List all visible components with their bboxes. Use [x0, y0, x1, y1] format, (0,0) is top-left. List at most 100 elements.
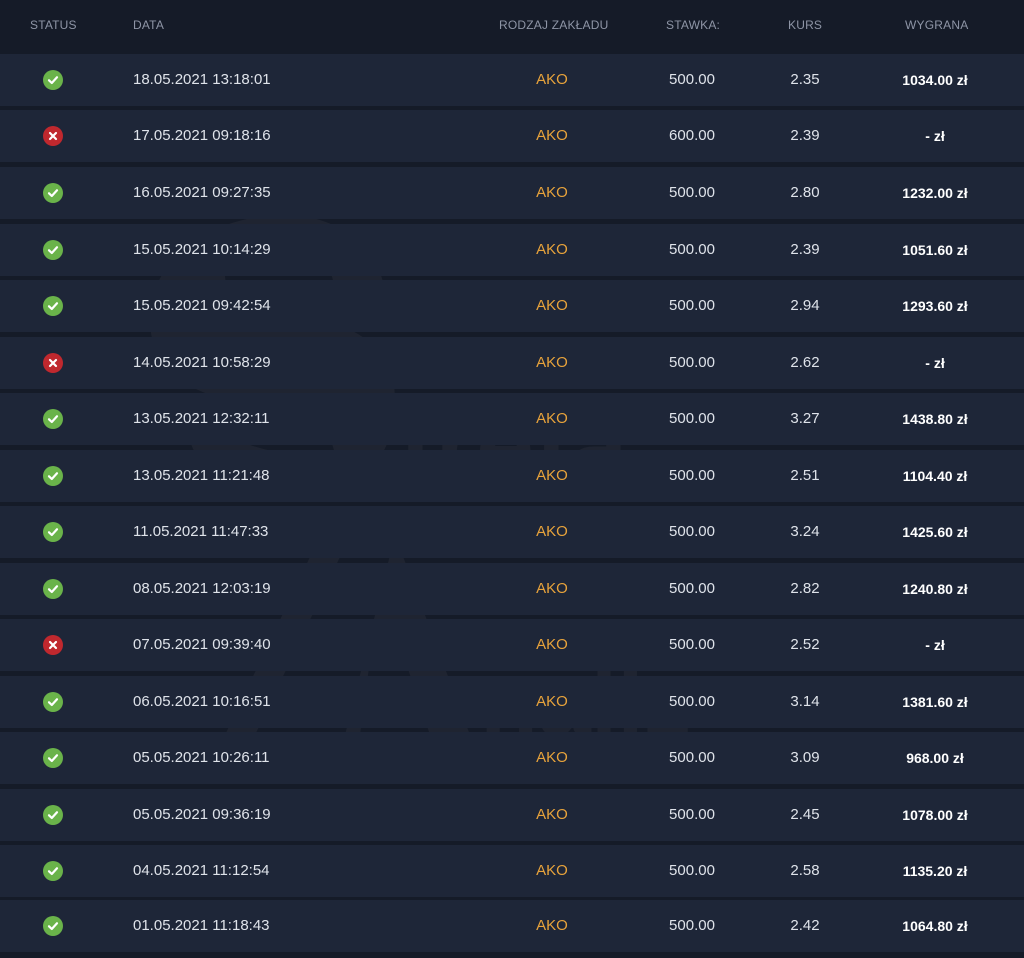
bet-type[interactable]: AKO: [520, 563, 584, 615]
bet-stake: 500.00: [669, 71, 715, 88]
bet-odds: 3.09: [790, 749, 820, 766]
table-row[interactable]: 06.05.2021 10:16:51 AKO 500.00 3.14 1381.60 …: [0, 676, 1024, 728]
bet-odds: 2.80: [790, 184, 820, 201]
bet-type[interactable]: AKO: [520, 506, 584, 558]
bet-win: - zł: [925, 637, 945, 653]
table-row[interactable]: 15.05.2021 10:14:29 AKO 500.00 2.39 1051.60 …: [0, 224, 1024, 276]
bet-stake: 500.00: [669, 580, 715, 597]
bet-type[interactable]: AKO: [520, 337, 584, 389]
bet-odds: 2.58: [790, 862, 820, 879]
header-date[interactable]: DATA: [133, 18, 164, 32]
header-status[interactable]: STATUS: [30, 18, 77, 32]
checkmark-icon: [43, 240, 63, 260]
header-odds[interactable]: KURS: [788, 18, 822, 32]
bet-type[interactable]: AKO: [520, 167, 584, 219]
bet-win: 1104.40 zł: [902, 468, 968, 484]
table-row[interactable]: 13.05.2021 11:21:48 AKO 500.00 2.51 1104.40 …: [0, 450, 1024, 502]
bet-type[interactable]: AKO: [520, 224, 584, 276]
table-row[interactable]: 13.05.2021 12:32:11 AKO 500.00 3.27 1438.80 …: [0, 393, 1024, 445]
table-row[interactable]: 05.05.2021 09:36:19 AKO 500.00 2.45 1078.00 …: [0, 789, 1024, 841]
table-row[interactable]: 05.05.2021 10:26:11 AKO 500.00 3.09 968.00 z…: [0, 732, 1024, 784]
bet-type[interactable]: AKO: [520, 676, 584, 728]
header-win[interactable]: WYGRANA: [905, 18, 968, 32]
bet-stake: 500.00: [669, 354, 715, 371]
bet-date: 05.05.2021 09:36:19: [133, 806, 271, 823]
checkmark-icon: [43, 805, 63, 825]
bet-stake: 500.00: [669, 862, 715, 879]
bet-type[interactable]: AKO: [520, 845, 584, 897]
bet-win: 1293.60 zł: [902, 298, 968, 314]
bet-date: 16.05.2021 09:27:35: [133, 184, 271, 201]
checkmark-icon: [43, 522, 63, 542]
bet-win: - zł: [925, 355, 945, 371]
checkmark-icon: [43, 183, 63, 203]
bet-win: - zł: [925, 128, 945, 144]
bet-odds: 2.62: [790, 354, 820, 371]
bet-type[interactable]: AKO: [520, 450, 584, 502]
table-row[interactable]: 16.05.2021 09:27:35 AKO 500.00 2.80 1232.00 …: [0, 167, 1024, 219]
table-row[interactable]: 14.05.2021 10:58:29 AKO 500.00 2.62 - zł: [0, 337, 1024, 389]
bet-win: 1381.60 zł: [902, 694, 968, 710]
header-bet-type[interactable]: RODZAJ ZAKŁADU: [499, 18, 608, 32]
bet-date: 01.05.2021 11:18:43: [133, 917, 270, 934]
bet-stake: 500.00: [669, 749, 715, 766]
bet-win: 1425.60 zł: [902, 524, 968, 540]
bet-win: 1135.20 zł: [902, 863, 968, 879]
bet-odds: 2.51: [790, 467, 820, 484]
bet-stake: 500.00: [669, 184, 715, 201]
bet-type[interactable]: AKO: [520, 280, 584, 332]
bet-win: 1078.00 zł: [902, 807, 968, 823]
bet-date: 04.05.2021 11:12:54: [133, 862, 270, 879]
bet-win: 1064.80 zł: [902, 918, 968, 934]
bet-odds: 2.82: [790, 580, 820, 597]
bet-stake: 500.00: [669, 693, 715, 710]
bet-type[interactable]: AKO: [520, 393, 584, 445]
bet-date: 08.05.2021 12:03:19: [133, 580, 271, 597]
checkmark-icon: [43, 916, 63, 936]
bet-win: 1438.80 zł: [902, 411, 968, 427]
bet-stake: 500.00: [669, 467, 715, 484]
bet-date: 06.05.2021 10:16:51: [133, 693, 271, 710]
table-row[interactable]: 18.05.2021 13:18:01 AKO 500.00 2.35 1034.00 …: [0, 54, 1024, 106]
checkmark-icon: [43, 296, 63, 316]
bet-odds: 3.24: [790, 523, 820, 540]
bet-date: 07.05.2021 09:39:40: [133, 636, 271, 653]
table-row[interactable]: 11.05.2021 11:47:33 AKO 500.00 3.24 1425.60 …: [0, 506, 1024, 558]
x-icon: [43, 126, 63, 146]
checkmark-icon: [43, 579, 63, 599]
bet-date: 18.05.2021 13:18:01: [133, 71, 271, 88]
bet-stake: 500.00: [669, 523, 715, 540]
checkmark-icon: [43, 409, 63, 429]
bet-type[interactable]: AKO: [520, 54, 584, 106]
bet-date: 14.05.2021 10:58:29: [133, 354, 271, 371]
bet-date: 15.05.2021 09:42:54: [133, 297, 271, 314]
bet-type[interactable]: AKO: [520, 732, 584, 784]
bet-stake: 600.00: [669, 127, 715, 144]
table-row[interactable]: 04.05.2021 11:12:54 AKO 500.00 2.58 1135.20 …: [0, 845, 1024, 897]
bet-win: 1034.00 zł: [902, 72, 968, 88]
checkmark-icon: [43, 692, 63, 712]
bet-date: 15.05.2021 10:14:29: [133, 241, 271, 258]
table-row[interactable]: 08.05.2021 12:03:19 AKO 500.00 2.82 1240.80 …: [0, 563, 1024, 615]
header-stake[interactable]: STAWKA:: [666, 18, 720, 32]
checkmark-icon: [43, 466, 63, 486]
checkmark-icon: [43, 861, 63, 881]
bet-date: 17.05.2021 09:18:16: [133, 127, 271, 144]
bet-type[interactable]: AKO: [520, 619, 584, 671]
bet-stake: 500.00: [669, 636, 715, 653]
bet-type[interactable]: AKO: [520, 110, 584, 162]
bet-type[interactable]: AKO: [520, 900, 584, 952]
bet-odds: 2.94: [790, 297, 820, 314]
table-row[interactable]: 01.05.2021 11:18:43 AKO 500.00 2.42 1064.80 …: [0, 900, 1024, 952]
bet-type[interactable]: AKO: [520, 789, 584, 841]
table-header: STATUS DATA RODZAJ ZAKŁADU STAWKA: KURS …: [0, 0, 1024, 50]
bet-stake: 500.00: [669, 917, 715, 934]
bet-odds: 3.27: [790, 410, 820, 427]
bet-odds: 3.14: [790, 693, 820, 710]
table-row[interactable]: 17.05.2021 09:18:16 AKO 600.00 2.39 - zł: [0, 110, 1024, 162]
bet-win: 1240.80 zł: [902, 581, 968, 597]
bet-odds: 2.35: [790, 71, 820, 88]
table-row[interactable]: 15.05.2021 09:42:54 AKO 500.00 2.94 1293.60 …: [0, 280, 1024, 332]
table-row[interactable]: 07.05.2021 09:39:40 AKO 500.00 2.52 - zł: [0, 619, 1024, 671]
bet-stake: 500.00: [669, 806, 715, 823]
